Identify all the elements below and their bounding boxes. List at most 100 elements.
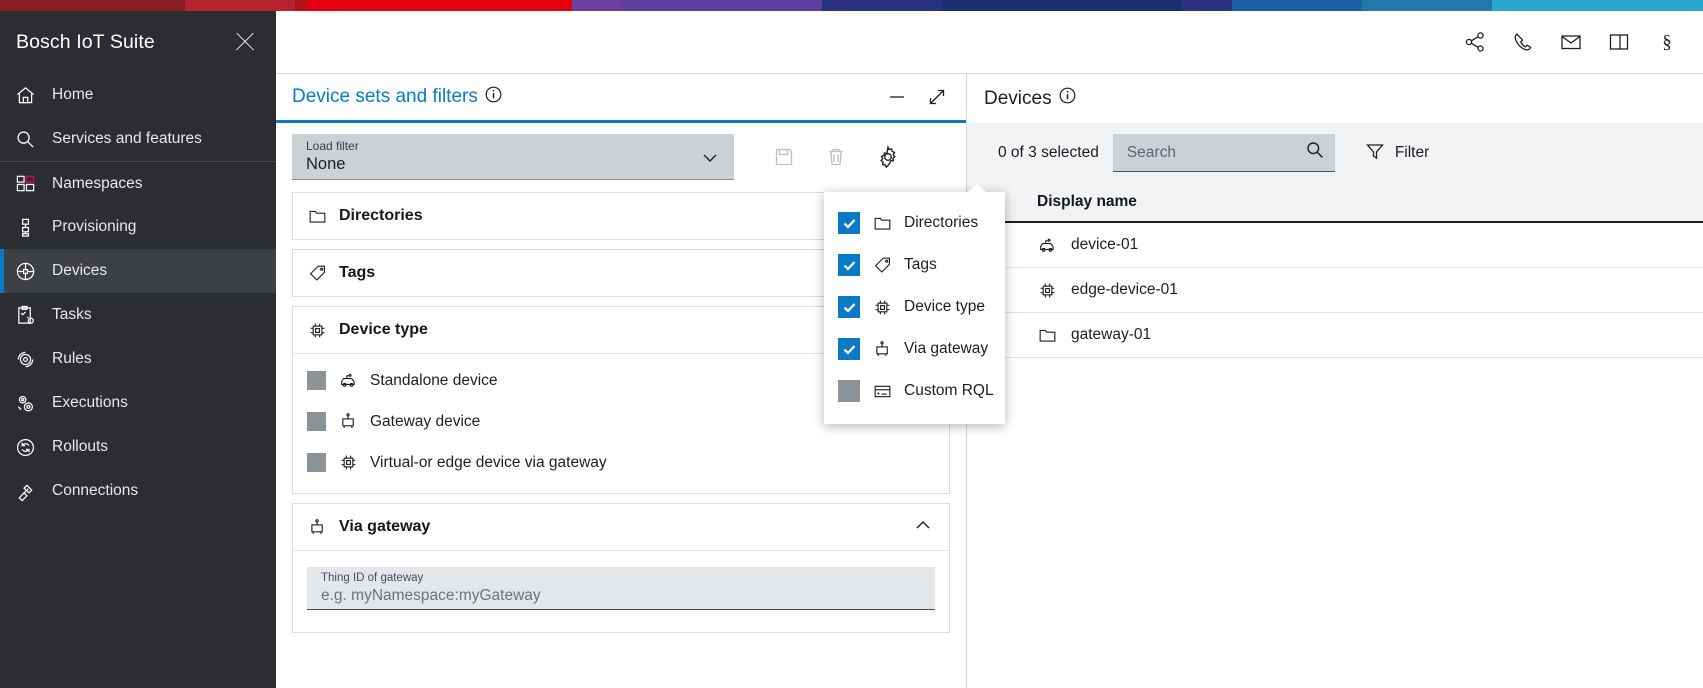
sidebar-item-label: Services and features: [52, 130, 202, 147]
popup-item-label: Via gateway: [904, 340, 989, 357]
minimize-icon[interactable]: [886, 86, 908, 108]
row-display-name: gateway-01: [1071, 326, 1152, 343]
popup-item-list: Directories Tags Device type Via gateway Cus…: [824, 192, 1005, 424]
svg-text:§: §: [1662, 32, 1672, 53]
popup-checkbox-checked[interactable]: [838, 254, 860, 276]
popup-checkbox-checked[interactable]: [838, 296, 860, 318]
chip-icon: [338, 453, 358, 473]
filter-button[interactable]: Filter: [1365, 141, 1429, 166]
sidebar-item-namespaces[interactable]: Namespaces: [0, 161, 276, 205]
popup-item-custom-rql[interactable]: Custom RQL: [824, 370, 1005, 412]
info-icon[interactable]: [485, 86, 502, 109]
row-display-name: device-01: [1071, 236, 1139, 253]
sidebar-item-executions[interactable]: Executions: [0, 381, 276, 425]
filter-section-title: Directories: [339, 207, 423, 224]
namespaces-icon: [14, 173, 36, 195]
supergraphic-segment-8: [1182, 0, 1232, 11]
sidebar-title: Bosch IoT Suite: [16, 30, 155, 53]
info-icon[interactable]: [1059, 87, 1076, 110]
sidebar-item-provisioning[interactable]: Provisioning: [0, 205, 276, 249]
sidebar-item-home[interactable]: Home: [0, 73, 276, 117]
gateway-field-wrap: Thing ID of gateway e.g. myNamespace:myGa…: [293, 557, 949, 622]
filter-section-title: Device type: [339, 321, 428, 338]
row-name-cell: edge-device-01: [1002, 280, 1178, 300]
supergraphic-segment-0: [0, 0, 185, 11]
popup-checkbox-checked[interactable]: [838, 212, 860, 234]
tasks-icon: [14, 304, 36, 326]
supergraphic-segment-5: [622, 0, 822, 11]
filter-section-via-gateway: Via gateway Thing ID of gateway e.g. myNam…: [292, 503, 950, 633]
sidebar-item-services-and-features[interactable]: Services and features: [0, 117, 276, 161]
popup-item-directories[interactable]: Directories: [824, 202, 1005, 244]
sidebar-header: Bosch IoT Suite: [0, 11, 276, 73]
thing-id-input[interactable]: Thing ID of gateway e.g. myNamespace:myGa…: [307, 567, 935, 610]
gateway-icon: [872, 339, 892, 359]
trash-icon[interactable]: [810, 134, 862, 180]
filter-option[interactable]: Virtual-or edge device via gateway: [293, 442, 949, 483]
option-checkbox[interactable]: [307, 412, 326, 431]
table-row[interactable]: edge-device-01: [967, 268, 1703, 313]
sidebar-item-rules[interactable]: Rules: [0, 337, 276, 381]
chevron-up-icon[interactable]: [913, 515, 933, 540]
folder-icon: [872, 213, 892, 233]
popup-item-label: Device type: [904, 298, 985, 315]
section-icon[interactable]: §: [1655, 30, 1679, 54]
chip-icon: [872, 297, 892, 317]
supergraphic-segment-9: [1232, 0, 1362, 11]
table-row[interactable]: gateway-01: [967, 313, 1703, 358]
filter-section-title: Via gateway: [339, 518, 431, 535]
sidebar-item-label: Executions: [52, 394, 128, 411]
popup-item-via-gateway[interactable]: Via gateway: [824, 328, 1005, 370]
devices-icon: [14, 260, 36, 282]
sidebar-item-devices[interactable]: Devices: [0, 249, 276, 293]
search-icon[interactable]: [1305, 140, 1325, 165]
option-label: Standalone device: [370, 371, 498, 389]
popup-item-device-type[interactable]: Device type: [824, 286, 1005, 328]
sidebar-item-label: Rules: [52, 350, 92, 367]
rql-icon: [872, 381, 892, 401]
filter-section-header[interactable]: Via gateway: [293, 504, 949, 550]
row-name-cell: device-01: [1002, 235, 1138, 255]
executions-icon: [14, 392, 36, 414]
option-label: Virtual-or edge device via gateway: [370, 453, 607, 471]
supergraphic-segment-7: [942, 0, 1182, 11]
filters-panel-header: Device sets and filters: [276, 74, 966, 123]
supergraphic-segment-6: [822, 0, 942, 11]
provisioning-icon: [14, 216, 36, 238]
load-filter-dropdown[interactable]: Load filter None: [292, 134, 734, 180]
layout-columns-icon[interactable]: [1607, 30, 1631, 54]
close-icon[interactable]: [232, 29, 258, 55]
popup-checkbox-checked[interactable]: [838, 338, 860, 360]
supergraphic-segment-2: [295, 0, 307, 11]
mail-icon[interactable]: [1559, 30, 1583, 54]
option-checkbox[interactable]: [307, 453, 326, 472]
search-input[interactable]: Search: [1112, 134, 1335, 172]
share-icon[interactable]: [1463, 30, 1487, 54]
filter-section-header-left: Device type: [307, 320, 428, 340]
expand-icon[interactable]: [926, 86, 948, 108]
gateway-icon: [338, 412, 358, 432]
folder-icon: [1037, 325, 1057, 345]
option-checkbox[interactable]: [307, 371, 326, 390]
column-header-display-name: Display name: [1037, 193, 1137, 210]
load-filter-label: Load filter: [306, 139, 359, 153]
search-placeholder: Search: [1126, 143, 1176, 161]
popup-item-tags[interactable]: Tags: [824, 244, 1005, 286]
option-label: Gateway device: [370, 412, 481, 430]
supergraphic-segment-4: [572, 0, 622, 11]
save-icon[interactable]: [758, 134, 810, 180]
bosch-supergraphic: [0, 0, 1703, 11]
sidebar-item-connections[interactable]: Connections: [0, 469, 276, 513]
sidebar-item-rollouts[interactable]: Rollouts: [0, 425, 276, 469]
gear-icon[interactable]: [862, 134, 914, 180]
supergraphic-segment-10: [1362, 0, 1492, 11]
devices-table-body: device-01 edge-device-01 gateway-01: [967, 223, 1703, 358]
home-icon: [14, 84, 36, 106]
sidebar-item-tasks[interactable]: Tasks: [0, 293, 276, 337]
table-row[interactable]: device-01: [967, 223, 1703, 268]
phone-icon[interactable]: [1511, 30, 1535, 54]
devices-table-header: Display name: [967, 183, 1703, 223]
popup-checkbox-unchecked[interactable]: [838, 380, 860, 402]
tag-icon: [872, 255, 892, 275]
